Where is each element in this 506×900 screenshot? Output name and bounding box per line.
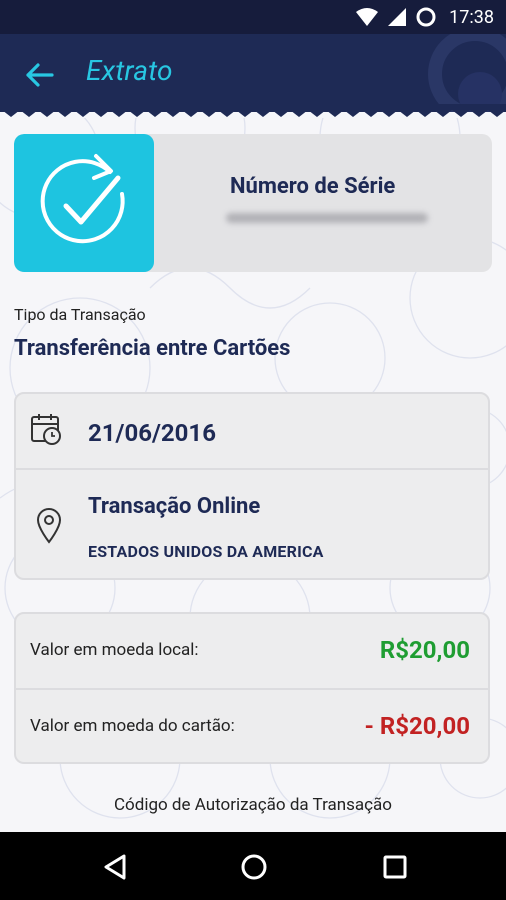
transaction-type-label: Tipo da Transação xyxy=(14,305,146,324)
app-bar: Extrato xyxy=(0,34,506,112)
transaction-type-value: Transferência entre Cartões xyxy=(14,336,291,361)
local-value-label: Valor em moeda local: xyxy=(30,640,199,660)
serial-icon-box xyxy=(14,134,154,272)
wifi-icon xyxy=(356,8,379,26)
authorization-code-label: Código de Autorização da Transação xyxy=(113,795,393,815)
serial-number-label: Número de Série xyxy=(230,174,396,199)
content-area: Número de Série Tipo da Transação Transf… xyxy=(0,118,506,832)
divider xyxy=(16,688,488,690)
card-value-label: Valor em moeda do cartão: xyxy=(30,716,235,736)
home-circle-icon[interactable] xyxy=(239,852,269,882)
transaction-details-card: 21/06/2016 Transação Online ESTADOS UNID… xyxy=(14,392,490,580)
status-icons: 17:38 xyxy=(355,6,494,28)
zigzag-divider xyxy=(0,104,506,117)
app-bar-pattern xyxy=(428,34,506,112)
status-time: 17:38 xyxy=(449,6,494,28)
card-value-amount: - R$20,00 xyxy=(364,712,470,740)
serial-number-card: Número de Série xyxy=(14,134,492,272)
transaction-channel: Transação Online xyxy=(88,494,261,519)
page-title: Extrato xyxy=(86,54,173,87)
check-refresh-icon xyxy=(40,154,125,244)
location-pin-icon xyxy=(36,508,62,544)
recents-square-icon[interactable] xyxy=(380,852,410,882)
local-value-amount: R$20,00 xyxy=(379,636,470,664)
back-triangle-icon[interactable] xyxy=(100,852,130,882)
transaction-date: 21/06/2016 xyxy=(88,419,216,447)
calendar-clock-icon xyxy=(31,414,61,445)
values-card: Valor em moeda local: R$20,00 Valor em m… xyxy=(14,612,490,764)
navigation-bar xyxy=(0,832,506,900)
transaction-country: ESTADOS UNIDOS DA AMERICA xyxy=(88,542,324,561)
signal-icon xyxy=(388,8,407,26)
serial-number-value-blurred xyxy=(226,213,428,223)
divider xyxy=(16,468,488,470)
sync-icon xyxy=(416,7,436,27)
status-bar: 17:38 xyxy=(0,0,506,34)
arrow-back-icon[interactable] xyxy=(24,60,54,90)
